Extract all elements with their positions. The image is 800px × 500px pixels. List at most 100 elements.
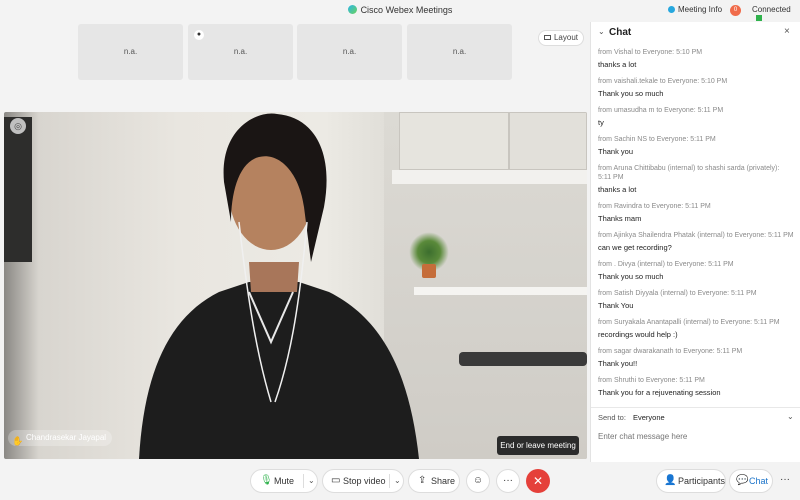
layout-label: Layout [553, 33, 579, 42]
background-tv [4, 117, 32, 262]
background-cabinet [509, 112, 587, 170]
chat-message: from Ravindra to Everyone: 5:11 PM Thanks… [591, 202, 800, 224]
message-meta: from Ravindra to Everyone: 5:11 PM [598, 203, 711, 210]
chat-message: from umasudha m to Everyone: 5:11 PM ty [591, 106, 800, 128]
message-text: Thanks mam [598, 214, 642, 223]
send-to-value: Everyone [633, 413, 665, 422]
webex-logo-icon [347, 5, 357, 14]
thumbnail-label: n.a. [452, 47, 467, 56]
message-meta: from Sachin NS to Everyone: 5:11 PM [598, 136, 716, 143]
message-meta: from Aruna Chittibabu (internal) to shas… [598, 165, 780, 181]
mute-button[interactable]: 🎙 Mute ⌄ [250, 469, 318, 493]
meeting-info-label: Meeting Info [678, 5, 723, 14]
message-text: Thank you so much [598, 272, 664, 281]
chat-header: ⌄ Chat × [591, 22, 800, 44]
stop-video-button[interactable]: ▭ Stop video ⌄ [322, 469, 404, 493]
chat-message: from Suryakala Anantapalli (internal) to… [591, 318, 800, 340]
participant-thumbnail[interactable]: n.a. [297, 24, 402, 80]
send-to-selector[interactable]: Send to: Everyone ⌄ [591, 407, 800, 425]
divider [389, 474, 390, 488]
chevron-down-icon[interactable]: ⌄ [308, 470, 315, 492]
chat-message-list[interactable]: from Vishal to Everyone: 5:10 PM thanks a… [591, 48, 800, 400]
speaker-name-tag: ✋ Chandrasekar Jayapal [8, 430, 113, 446]
chat-message: from Ajinkya Shailendra Phatak (internal… [591, 231, 800, 253]
ellipsis-icon: ··· [503, 475, 513, 486]
participant-thumbnail[interactable]: n.a. [407, 24, 512, 80]
layout-button[interactable]: Layout [538, 30, 584, 46]
chat-message: from Shruthi to Everyone: 5:11 PM Thank y… [591, 376, 800, 398]
camera-icon: ▭ [331, 475, 341, 486]
end-meeting-button[interactable]: ✕ [526, 469, 550, 493]
chat-message: from Aruna Chittibabu (internal) to shas… [591, 164, 800, 195]
info-icon [668, 6, 675, 13]
chat-message: from Vishal to Everyone: 5:10 PM thanks a… [591, 48, 800, 70]
microphone-icon: 🎙 [260, 475, 273, 486]
video-options-icon[interactable]: ◎ [10, 118, 26, 134]
chat-label: Chat [749, 476, 769, 486]
chat-button[interactable]: 💬 Chat [729, 469, 773, 493]
connection-status-label: Connected [752, 5, 791, 14]
message-text: can we get recording? [598, 243, 672, 252]
message-text: Thank you [598, 147, 634, 156]
participant-thumbnail[interactable]: ● n.a. [188, 24, 293, 80]
mute-label: Mute [274, 476, 295, 486]
chat-message: from . Divya (internal) to Everyone: 5:1… [591, 260, 800, 282]
message-meta: from umasudha m to Everyone: 5:11 PM [598, 107, 724, 114]
message-meta: from Satish Diyyala (internal) to Everyo… [598, 290, 757, 297]
background-counter [414, 287, 587, 295]
message-text: recordings would help :) [598, 330, 678, 339]
message-text: thanks a lot [598, 185, 637, 194]
close-icon: ✕ [532, 474, 544, 488]
message-meta: from Vishal to Everyone: 5:10 PM [598, 49, 703, 56]
message-meta: from vaishali.tekale to Everyone: 5:10 P… [598, 78, 728, 85]
participants-icon: 👤 [664, 475, 677, 486]
meeting-stage: n.a. ● n.a. n.a. n.a. Layout ◎ ✋ Chandras… [0, 22, 590, 462]
active-speaker-video[interactable]: ◎ ✋ Chandrasekar Jayapal [4, 112, 587, 459]
speaker-figure [139, 113, 419, 459]
more-panels-button[interactable]: ··· [774, 469, 796, 493]
send-to-label: Send to: [598, 413, 626, 422]
message-text: Thank you!! [598, 359, 638, 368]
chat-message: from vaishali.tekale to Everyone: 5:10 P… [591, 77, 800, 99]
chevron-down-icon[interactable]: ⌄ [787, 412, 794, 421]
thumbnail-label: n.a. [233, 47, 248, 56]
chat-panel: ⌄ Chat × from Vishal to Everyone: 5:10 P… [590, 22, 800, 462]
layout-icon [543, 35, 551, 40]
chat-message-input[interactable] [598, 428, 794, 444]
close-chat-icon[interactable]: × [784, 26, 790, 37]
microphone-icon: ● [194, 30, 204, 40]
app-title: Cisco Webex Meetings [360, 5, 453, 15]
message-text: Thank You [598, 301, 634, 310]
participant-thumbnail[interactable]: n.a. [78, 24, 183, 80]
signal-icon [756, 15, 762, 21]
speaker-name: Chandrasekar Jayapal [26, 433, 107, 442]
end-meeting-tooltip: End or leave meeting [497, 436, 579, 455]
thumbnail-label: n.a. [342, 47, 357, 56]
message-meta: from Ajinkya Shailendra Phatak (internal… [598, 232, 794, 239]
chat-message: from Satish Diyyala (internal) to Everyo… [591, 289, 800, 311]
message-meta: from Shruthi to Everyone: 5:11 PM [598, 377, 705, 384]
reactions-button[interactable]: ☺ [466, 469, 490, 493]
ellipsis-icon: ··· [780, 474, 790, 485]
share-button[interactable]: ⇪ Share [408, 469, 460, 493]
message-text: thanks a lot [598, 60, 637, 69]
participants-button[interactable]: 👤 Participants [656, 469, 726, 493]
chat-message: from sagar dwarakanath to Everyone: 5:11… [591, 347, 800, 369]
chat-icon: 💬 [736, 475, 749, 486]
message-meta: from . Divya (internal) to Everyone: 5:1… [598, 261, 734, 268]
chevron-down-icon[interactable]: ⌄ [394, 470, 401, 492]
thumbnail-label: n.a. [123, 47, 138, 56]
connection-status[interactable]: Connected [752, 5, 800, 23]
more-options-button[interactable]: ··· [496, 469, 520, 493]
meeting-info-button[interactable]: Meeting Info [668, 5, 722, 14]
background-chair [459, 352, 587, 366]
collapse-chevron-icon[interactable]: ⌄ [598, 27, 605, 36]
recording-indicator[interactable]: 0 [730, 5, 741, 16]
title-bar: Cisco Webex Meetings Meeting Info 0 Conn… [0, 0, 800, 22]
message-meta: from sagar dwarakanath to Everyone: 5:11… [598, 348, 743, 355]
share-icon: ⇪ [418, 475, 427, 486]
participants-label: Participants [678, 476, 726, 486]
chat-message: from Sachin NS to Everyone: 5:11 PM Thank… [591, 135, 800, 157]
message-text: ty [598, 118, 604, 127]
message-text: Thank you so much [598, 89, 664, 98]
